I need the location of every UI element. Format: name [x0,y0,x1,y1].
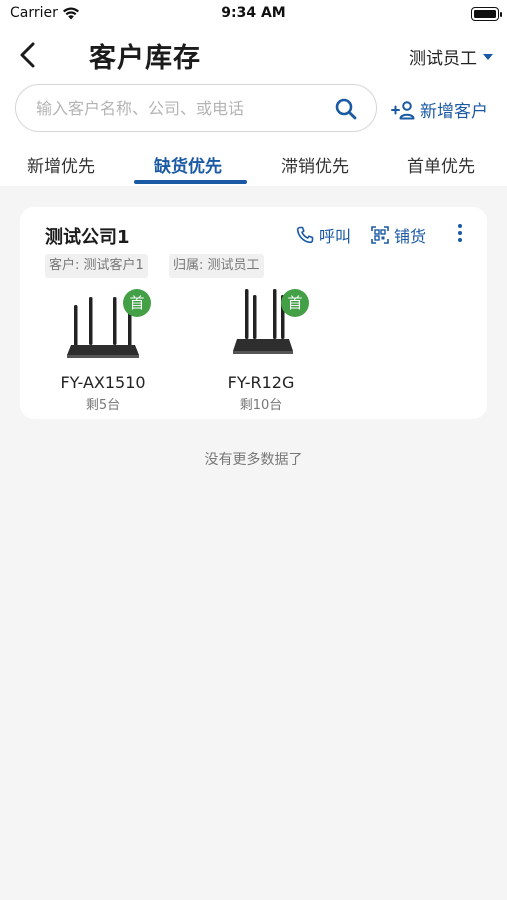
call-button[interactable]: 呼叫 [296,223,351,247]
add-customer-button[interactable]: 新增客户 [390,97,488,122]
customer-card[interactable]: 测试公司1 呼叫 铺货 客户: 测试客户1 归属: 测试员工 首 FY-AX15… [20,207,487,419]
tab-slow-moving-first[interactable]: 滞销优先 [281,152,349,177]
router-image: 首 [53,287,153,367]
add-customer-label: 新增客户 [420,102,488,122]
company-name: 测试公司1 [45,227,130,248]
customer-tag: 客户: 测试客户1 [45,254,148,278]
stock-button[interactable]: 铺货 [371,223,426,247]
back-chevron-icon[interactable] [14,40,44,70]
search-box [15,84,377,132]
product-name: FY-AX1510 [60,373,146,392]
add-user-icon [391,100,415,119]
search-input[interactable] [36,95,326,121]
phone-icon [296,226,314,244]
router-image: 首 [211,287,311,367]
owner-tag: 归属: 测试员工 [169,254,264,278]
tab-out-of-stock-first[interactable]: 缺货优先 [154,152,222,177]
search-icon[interactable] [334,97,358,121]
active-tab-indicator [134,180,247,184]
tab-first-order-first[interactable]: 首单优先 [407,152,475,177]
status-bar: Carrier 9:34 AM [0,0,507,28]
product-item[interactable]: 首 FY-R12G 剩10台 [196,287,326,413]
qr-scan-icon [371,226,389,244]
stock-label: 铺货 [394,227,427,246]
product-item[interactable]: 首 FY-AX1510 剩5台 [38,287,168,413]
clock: 9:34 AM [221,5,286,21]
tab-new-first[interactable]: 新增优先 [27,152,95,177]
staff-label: 测试员工 [409,49,477,69]
battery-icon [471,7,502,21]
first-order-badge: 首 [123,289,151,317]
no-more-data-label: 没有更多数据了 [204,452,303,468]
caret-down-icon [483,53,493,60]
first-order-badge: 首 [281,289,309,317]
page-title: 客户库存 [89,43,201,74]
staff-selector[interactable]: 测试员工 [409,44,493,69]
sort-tabs: 新增优先 缺货优先 滞销优先 首单优先 [0,146,507,186]
product-name: FY-R12G [227,373,295,392]
call-label: 呼叫 [319,227,352,246]
more-options-icon[interactable] [450,221,470,247]
product-remaining: 剩5台 [85,398,121,413]
product-remaining: 剩10台 [239,398,283,413]
